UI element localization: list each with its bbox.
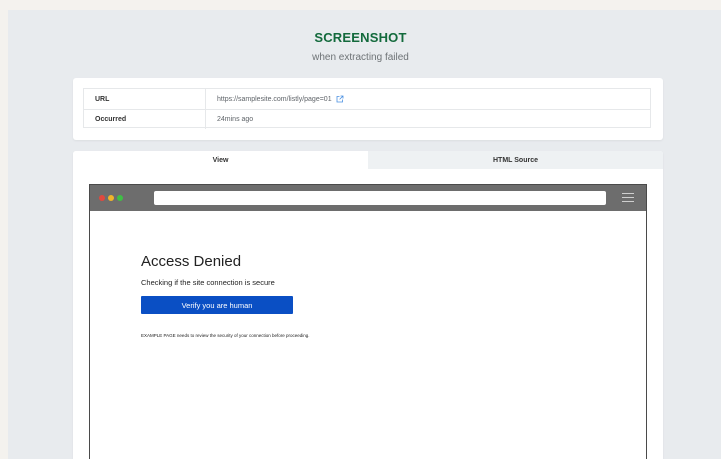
occurred-value: 24mins ago [217,116,254,123]
address-bar [154,191,606,205]
screenshot-panel: View HTML Source Access Denied Checking … [73,151,663,459]
access-denied-heading: Access Denied [141,253,242,270]
page-subtitle: when extracting failed [312,52,409,63]
security-note: EXAMPLE PAGE needs to review the securit… [141,333,310,338]
window-close-dot [99,195,105,201]
info-card: URL https://samplesite.com/listly/page=0… [73,78,663,140]
tab-bar: View HTML Source [73,151,663,169]
browser-mockup: Access Denied Checking if the site conne… [89,184,647,459]
url-label: URL [84,89,206,109]
tab-view[interactable]: View [73,151,368,169]
verify-human-button[interactable]: Verify you are human [141,296,293,314]
occurred-label: Occurred [84,110,206,129]
info-row-occurred: Occurred 24mins ago [84,109,650,129]
info-row-url: URL https://samplesite.com/listly/page=0… [84,89,650,109]
window-maximize-dot [117,195,123,201]
connection-check-text: Checking if the site connection is secur… [141,278,275,287]
info-table: URL https://samplesite.com/listly/page=0… [83,88,651,129]
url-value-cell: https://samplesite.com/listly/page=01 [206,95,344,103]
captured-page-content: Access Denied Checking if the site conne… [141,253,310,338]
browser-toolbar [90,185,646,211]
hamburger-menu-icon [622,193,634,203]
window-minimize-dot [108,195,114,201]
page-title: SCREENSHOT [314,30,407,45]
url-link[interactable]: https://samplesite.com/listly/page=01 [217,96,332,103]
external-link-icon[interactable] [336,95,344,103]
tab-html-source[interactable]: HTML Source [368,151,663,169]
